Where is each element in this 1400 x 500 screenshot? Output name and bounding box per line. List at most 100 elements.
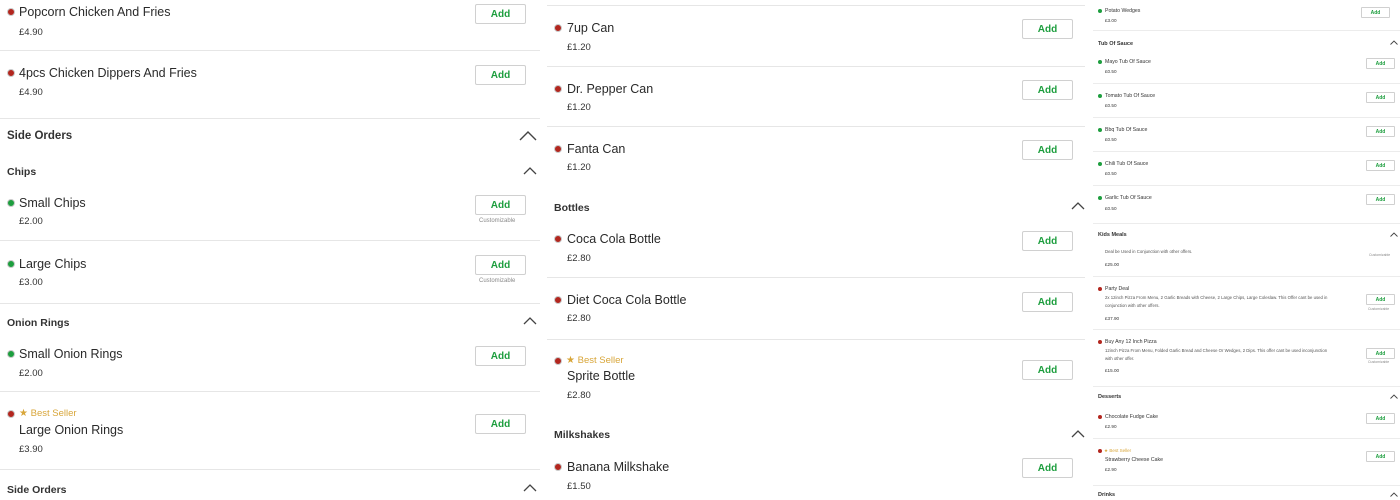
non-veg-indicator xyxy=(554,85,562,93)
menu-item: Diet Coca Cola Bottle £2.80 Add xyxy=(547,278,1085,340)
item-price: £1.20 xyxy=(567,162,591,173)
item-price: £2.80 xyxy=(567,390,591,401)
veg-indicator xyxy=(1098,94,1102,98)
add-button[interactable]: Add xyxy=(1366,160,1395,171)
item-price: £2.90 xyxy=(1105,467,1117,472)
add-button[interactable]: Add xyxy=(475,414,526,434)
section-header-milkshakes[interactable]: Milkshakes xyxy=(547,416,1085,452)
menu-item: Tomato Tub Of Sauce £0.50 Add xyxy=(1093,84,1400,118)
item-name: Small Chips xyxy=(19,196,86,210)
add-button[interactable]: Add xyxy=(475,4,526,24)
chevron-up-icon[interactable] xyxy=(1390,492,1398,497)
best-seller-badge: ★ Best Seller xyxy=(1104,448,1132,453)
add-button[interactable]: Add xyxy=(1022,458,1073,478)
veg-indicator xyxy=(1098,9,1102,13)
item-name: Diet Coca Cola Bottle xyxy=(567,293,687,307)
subsection-title: Onion Rings xyxy=(7,317,70,329)
item-name: Party Deal xyxy=(1105,286,1130,292)
add-button[interactable]: Add xyxy=(475,65,526,85)
customizable-label: Customizable xyxy=(1368,307,1390,311)
non-veg-indicator xyxy=(554,357,562,365)
add-button[interactable]: Add xyxy=(1366,92,1395,103)
chevron-up-icon[interactable] xyxy=(523,484,537,492)
item-name: Large Chips xyxy=(19,257,87,271)
chevron-up-icon[interactable] xyxy=(523,167,537,175)
item-price: £2.00 xyxy=(19,216,43,227)
item-price: £2.80 xyxy=(567,253,591,264)
subsection-header-onion-rings[interactable]: Onion Rings xyxy=(0,304,540,340)
subsection-header-desserts[interactable]: Desserts xyxy=(1093,387,1400,407)
subsection-header-drinks[interactable]: Drinks xyxy=(1093,486,1400,500)
chevron-up-icon[interactable] xyxy=(523,317,537,325)
item-name: Fanta Can xyxy=(567,142,626,156)
menu-item: Coca Cola Bottle £2.80 Add xyxy=(547,225,1085,278)
chevron-up-icon[interactable] xyxy=(1071,430,1085,438)
subsection-header-chips[interactable]: Chips xyxy=(0,155,540,188)
menu-item: Garlic Tub Of Sauce £0.50 Add xyxy=(1093,186,1400,224)
veg-indicator xyxy=(1098,128,1102,132)
star-icon: ★ xyxy=(1104,448,1109,453)
subsection-title: Desserts xyxy=(1098,394,1122,400)
menu-item: Deal be Used in Conjunction with other o… xyxy=(1093,245,1400,277)
best-seller-badge: ★ Best Seller xyxy=(566,355,624,366)
menu-column-3: Potato Wedges £3.00 Add Tub Of Sauce May… xyxy=(1093,0,1400,500)
item-name: Mayo Tub Of Sauce xyxy=(1105,59,1151,65)
subsection-header-tub-of-sauce[interactable]: Tub Of Sauce xyxy=(1093,31,1400,52)
menu-item: Party Deal 2x 12inch Pizza From Menu, 2 … xyxy=(1093,277,1400,330)
menu-item: ★ Best Seller Sprite Bottle £2.80 Add xyxy=(547,340,1085,416)
add-button[interactable]: Add xyxy=(475,255,526,275)
non-veg-indicator xyxy=(1098,449,1102,453)
item-name: 4pcs Chicken Dippers And Fries xyxy=(19,66,197,80)
chevron-up-icon[interactable] xyxy=(1390,40,1398,45)
chevron-up-icon[interactable] xyxy=(1390,394,1398,399)
item-price: £0.50 xyxy=(1105,103,1117,108)
add-button[interactable]: Add xyxy=(475,346,526,366)
add-button[interactable]: Add xyxy=(1366,413,1395,424)
subsection-header-bottles[interactable]: Bottles xyxy=(547,189,1085,225)
add-button[interactable]: Add xyxy=(1361,7,1390,18)
chevron-up-icon[interactable] xyxy=(1071,202,1085,210)
add-button[interactable]: Add xyxy=(1366,126,1395,137)
subsection-title: Bottles xyxy=(554,202,590,214)
add-button[interactable]: Add xyxy=(1366,58,1395,69)
add-button[interactable]: Add xyxy=(1022,80,1073,100)
add-button[interactable]: Add xyxy=(475,195,526,215)
subsection-header-kids-meals[interactable]: Kids Meals xyxy=(1093,224,1400,245)
chevron-up-icon[interactable] xyxy=(1390,232,1398,237)
veg-indicator xyxy=(1098,196,1102,200)
item-price: £25.00 xyxy=(1105,262,1120,267)
subsection-header-side-orders[interactable]: Side Orders xyxy=(0,470,540,500)
add-button[interactable]: Add xyxy=(1022,231,1073,251)
add-button[interactable]: Add xyxy=(1022,19,1073,39)
add-button[interactable]: Add xyxy=(1022,360,1073,380)
menu-column-1: Popcorn Chicken And Fries £4.90 Add 4pcs… xyxy=(0,0,540,500)
item-price: £4.90 xyxy=(19,87,43,98)
item-description: Deal be Used in Conjunction with other o… xyxy=(1105,249,1193,254)
non-veg-indicator xyxy=(7,8,15,16)
item-name: Buy Any 12 Inch Pizza xyxy=(1105,339,1157,345)
section-header-side-orders[interactable]: Side Orders xyxy=(0,119,540,155)
item-name: Coca Cola Bottle xyxy=(567,232,661,246)
add-button[interactable]: Add xyxy=(1366,451,1395,462)
item-price: £0.50 xyxy=(1105,171,1117,176)
non-veg-indicator xyxy=(1098,340,1102,344)
add-button[interactable]: Add xyxy=(1366,194,1395,205)
subsection-title: Drinks xyxy=(1098,492,1116,498)
chevron-up-icon[interactable] xyxy=(519,131,537,141)
item-name: Small Onion Rings xyxy=(19,347,123,361)
menu-item: Mayo Tub Of Sauce £0.50 Add xyxy=(1093,52,1400,84)
item-name: Dr. Pepper Can xyxy=(567,82,654,96)
subsection-title: Chips xyxy=(7,166,37,178)
add-button[interactable]: Add xyxy=(1022,140,1073,160)
item-price: £3.00 xyxy=(19,277,43,288)
menu-item: ★ Best Seller Strawberry Cheese Cake £2.… xyxy=(1093,439,1400,486)
veg-indicator xyxy=(1098,162,1102,166)
menu-item: Large Chips £3.00 Add Customizable xyxy=(0,241,540,304)
add-button[interactable]: Add xyxy=(1366,348,1395,359)
menu-item: ★ Best Seller Large Onion Rings £3.90 Ad… xyxy=(0,392,540,470)
customizable-label: Customizable xyxy=(479,278,516,284)
item-price: £2.80 xyxy=(567,313,591,324)
menu-item: Chocolate Fudge Cake £2.90 Add xyxy=(1093,407,1400,439)
add-button[interactable]: Add xyxy=(1366,294,1395,305)
add-button[interactable]: Add xyxy=(1022,292,1073,312)
